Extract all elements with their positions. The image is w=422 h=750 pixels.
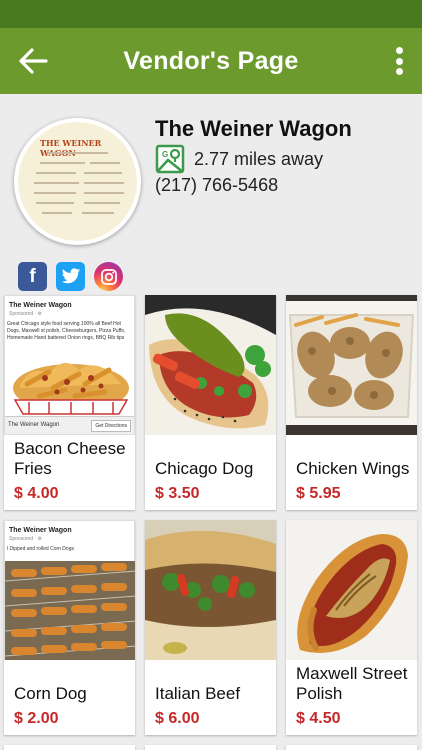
menu-item-card[interactable]: Chicago Dog $ 3.50 xyxy=(145,295,276,510)
item-name: Chicago Dog xyxy=(155,459,254,478)
phone-number[interactable]: (217) 766-5468 xyxy=(155,175,278,196)
item-name: Bacon Cheese Fries xyxy=(14,439,126,478)
page-title: Vendor's Page xyxy=(123,47,299,75)
menu-item-card[interactable]: The Weiner Wagon Sponsored · ⚙ Great Chi… xyxy=(4,295,135,510)
facebook-icon[interactable]: f xyxy=(18,262,47,291)
ad-get-directions-button[interactable]: Get Directions xyxy=(91,420,131,432)
ad-sponsored: Sponsored · ⚙ xyxy=(9,536,43,542)
vendor-logo: THE WEINER WAGON xyxy=(14,118,141,245)
app-bar: Vendor's Page xyxy=(0,28,422,94)
menu-dot-icon xyxy=(395,68,403,75)
italian-beef-image xyxy=(145,520,276,660)
map-location-icon: G xyxy=(155,144,185,174)
overflow-menu-button[interactable] xyxy=(388,44,410,78)
item-name: Maxwell Street Polish xyxy=(296,664,408,703)
menu-item-card-partial[interactable] xyxy=(145,745,276,750)
bacon-cheese-fries-image: The Weiner Wagon Sponsored · ⚙ Great Chi… xyxy=(4,295,135,435)
menu-item-card-partial[interactable] xyxy=(4,745,135,750)
ad-header: The Weiner Wagon xyxy=(9,527,72,534)
item-price: $ 6.00 xyxy=(155,710,200,727)
item-price: $ 4.50 xyxy=(296,710,341,727)
instagram-icon[interactable] xyxy=(94,262,123,291)
instagram-camera-icon xyxy=(100,268,117,285)
menu-item-card[interactable]: Chicken Wings $ 5.95 xyxy=(286,295,417,510)
item-name: Chicken Wings xyxy=(296,459,410,478)
ad-text: l Dipped and rolled Corn Dogs xyxy=(7,546,74,552)
menu-grid: The Weiner Wagon Sponsored · ⚙ Great Chi… xyxy=(4,295,418,750)
ad-sponsored: Sponsored · ⚙ xyxy=(9,311,43,317)
twitter-icon[interactable] xyxy=(56,262,85,291)
maxwell-street-polish-image xyxy=(286,520,417,660)
ad-text: Great Chicago style food serving 100% al… xyxy=(7,321,126,341)
vendor-header: THE WEINER WAGON The Weiner Wagon G 2.77… xyxy=(0,94,422,294)
ad-header: The Weiner Wagon xyxy=(9,302,72,309)
item-price: $ 4.00 xyxy=(14,485,59,502)
menu-item-card[interactable]: The Weiner Wagon Sponsored · ⚙ l Dipped … xyxy=(4,520,135,735)
social-links: f xyxy=(18,262,123,291)
vendor-name: The Weiner Wagon xyxy=(155,116,352,141)
menu-dot-icon xyxy=(395,57,403,65)
svg-text:G: G xyxy=(162,150,168,159)
chicago-dog-image xyxy=(145,295,276,435)
distance-text: 2.77 miles away xyxy=(194,148,324,169)
item-name: Corn Dog xyxy=(14,684,87,703)
corn-dog-image: The Weiner Wagon Sponsored · ⚙ l Dipped … xyxy=(4,520,135,660)
menu-item-card-partial[interactable] xyxy=(286,745,417,750)
twitter-bird-icon xyxy=(61,268,80,284)
chicken-wings-image xyxy=(286,295,417,435)
facebook-glyph: f xyxy=(29,265,36,287)
item-price: $ 2.00 xyxy=(14,710,59,727)
menu-dot-icon xyxy=(395,47,403,54)
menu-item-card[interactable]: Italian Beef $ 6.00 xyxy=(145,520,276,735)
item-price: $ 5.95 xyxy=(296,485,341,502)
status-bar xyxy=(0,0,422,28)
ad-footer-label: The Weiner Wagon xyxy=(8,422,60,428)
menu-item-card[interactable]: Maxwell Street Polish $ 4.50 xyxy=(286,520,417,735)
logo-text: THE WEINER WAGON xyxy=(40,138,102,158)
distance-row[interactable]: G 2.77 miles away xyxy=(155,144,323,174)
item-price: $ 3.50 xyxy=(155,485,200,502)
item-name: Italian Beef xyxy=(155,684,241,703)
